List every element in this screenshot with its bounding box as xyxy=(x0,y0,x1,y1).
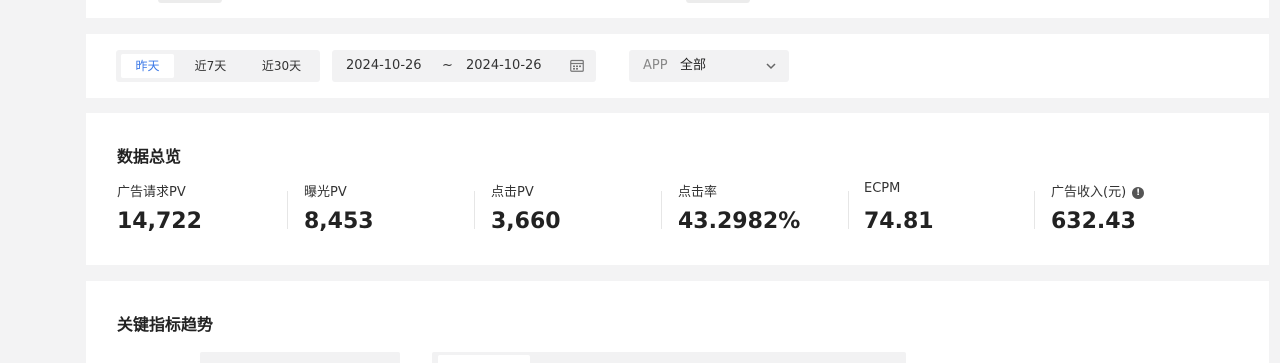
divider xyxy=(474,191,475,229)
metric-label-wrap: 广告收入(元)! xyxy=(1051,181,1145,200)
trend-tab-partial[interactable] xyxy=(438,355,530,363)
tab-last-30-days[interactable]: 近30天 xyxy=(250,54,313,78)
divider xyxy=(1034,191,1035,229)
overview-title: 数据总览 xyxy=(117,147,182,166)
metric-impressions: 曝光PV 8,453 xyxy=(304,181,490,241)
metric-value: 632.43 xyxy=(1051,209,1136,234)
date-shortcut-tabs: 昨天 近7天 近30天 xyxy=(116,50,320,82)
metric-value: 14,722 xyxy=(117,209,202,234)
filter-bar: 昨天 近7天 近30天 2024-10-26 ~ 2024-10-26 APP … xyxy=(86,34,1269,98)
metric-label: 广告请求PV xyxy=(117,185,186,200)
metric-clicks: 点击PV 3,660 xyxy=(491,181,677,241)
metric-ad-requests: 广告请求PV 14,722 xyxy=(117,181,303,241)
metric-label: ECPM xyxy=(864,181,901,196)
tab-last-7-days[interactable]: 近7天 xyxy=(184,54,237,78)
trend-control-partial[interactable] xyxy=(200,352,400,363)
chevron-down-icon[interactable] xyxy=(765,60,777,72)
info-icon[interactable]: ! xyxy=(1132,187,1145,199)
metric-value: 43.2982% xyxy=(678,209,801,234)
date-range-picker[interactable]: 2024-10-26 ~ 2024-10-26 xyxy=(332,50,596,82)
metric-value: 8,453 xyxy=(304,209,374,234)
tab-yesterday[interactable]: 昨天 xyxy=(121,54,174,78)
top-partial-element xyxy=(686,0,750,3)
end-date[interactable]: 2024-10-26 xyxy=(466,50,542,82)
metric-label: 点击率 xyxy=(678,185,718,200)
data-overview-card: 数据总览 广告请求PV 14,722 曝光PV 8,453 点击PV 3,660… xyxy=(86,113,1269,265)
app-select-value[interactable]: 全部 xyxy=(680,50,706,82)
metric-label: 点击PV xyxy=(491,185,534,200)
key-metrics-trend-card: 关键指标趋势 xyxy=(86,281,1269,363)
metric-ecpm: ECPM 74.81 xyxy=(864,181,1050,241)
metric-label: 广告收入(元) xyxy=(1051,185,1127,200)
divider xyxy=(287,191,288,229)
top-partial-card xyxy=(86,0,1269,18)
metric-value: 3,660 xyxy=(491,209,561,234)
metric-label: 曝光PV xyxy=(304,185,347,200)
divider xyxy=(848,191,849,229)
trend-title: 关键指标趋势 xyxy=(117,315,214,334)
start-date[interactable]: 2024-10-26 xyxy=(346,50,422,82)
metric-ctr: 点击率 43.2982% xyxy=(678,181,864,241)
app-select-label: APP xyxy=(643,58,668,73)
metric-value: 74.81 xyxy=(864,209,934,234)
divider xyxy=(661,191,662,229)
app-select[interactable]: APP 全部 xyxy=(629,50,789,82)
date-separator: ~ xyxy=(442,58,453,73)
top-partial-element xyxy=(158,0,222,3)
calendar-icon[interactable] xyxy=(570,59,584,72)
trend-control-partial[interactable] xyxy=(432,352,906,363)
metric-ad-revenue: 广告收入(元)! 632.43 xyxy=(1051,181,1237,241)
